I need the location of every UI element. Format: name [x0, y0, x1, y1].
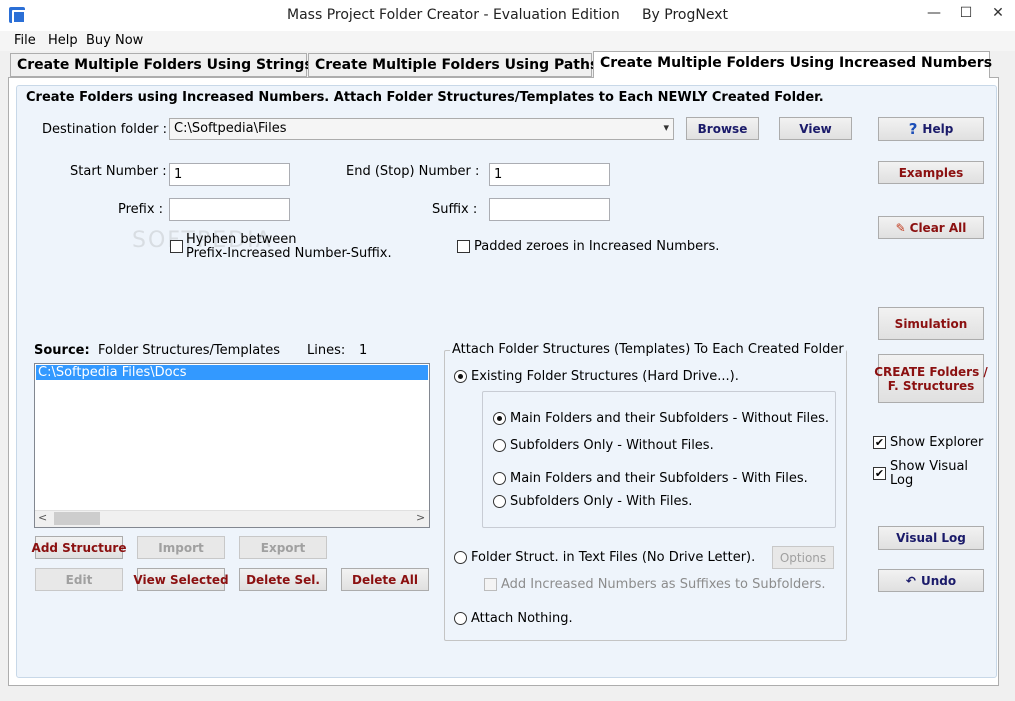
minimize-button[interactable]: — [918, 0, 950, 26]
chevron-down-icon: ▾ [663, 121, 669, 134]
window-title: Mass Project Folder Creator - Evaluation… [287, 7, 728, 23]
view-selected-button[interactable]: View Selected [133, 568, 229, 591]
start-number-label: Start Number : [70, 164, 167, 179]
sub-without-files-label: Subfolders Only - Without Files. [510, 438, 714, 453]
page-header: Create Folders using Increased Numbers. … [26, 90, 824, 105]
sub-without-files-radio[interactable] [493, 439, 506, 452]
start-number-input[interactable]: 1 [169, 163, 290, 186]
simulation-button[interactable]: Simulation [878, 307, 984, 340]
text-files-label: Folder Struct. in Text Files (No Drive L… [471, 550, 756, 565]
undo-button[interactable]: ↶ Undo [878, 569, 984, 592]
tab-paths[interactable]: Create Multiple Folders Using Paths [308, 53, 598, 77]
eraser-icon: ✎ [895, 220, 906, 235]
options-button[interactable]: Options [772, 546, 834, 569]
suffix-input[interactable] [489, 198, 610, 221]
main-with-files-label: Main Folders and their Subfolders - With… [510, 471, 808, 486]
view-button[interactable]: View [779, 117, 852, 140]
text-files-radio[interactable] [454, 551, 467, 564]
edit-button[interactable]: Edit [35, 568, 123, 591]
help-icon: ? [908, 120, 918, 138]
examples-button[interactable]: Examples [878, 161, 984, 184]
add-structure-button[interactable]: Add Structure [32, 536, 126, 559]
destination-select[interactable]: C:\Softpedia\Files ▾ [169, 118, 674, 140]
attach-nothing-radio[interactable] [454, 612, 467, 625]
existing-structures-label: Existing Folder Structures (Hard Drive..… [471, 369, 739, 384]
attach-group-title: Attach Folder Structures (Templates) To … [450, 342, 846, 357]
lines-count: 1 [359, 343, 368, 358]
source-title: Folder Structures/Templates [98, 343, 281, 358]
menu-buy-now[interactable]: Buy Now [86, 33, 143, 48]
import-button[interactable]: Import [137, 536, 225, 559]
source-label: Source: [34, 343, 90, 358]
tab-strings[interactable]: Create Multiple Folders Using Strings [10, 53, 313, 77]
scrollbar-thumb[interactable] [54, 512, 100, 525]
main-without-files-radio[interactable] [493, 412, 506, 425]
menu-bar [0, 31, 1015, 51]
end-number-label: End (Stop) Number : [346, 164, 480, 179]
show-explorer-label: Show Explorer [890, 435, 984, 450]
attach-nothing-label: Attach Nothing. [471, 611, 573, 626]
main-with-files-radio[interactable] [493, 472, 506, 485]
hyphen-label-1: Hyphen between [186, 232, 297, 247]
scroll-left-icon[interactable]: < [38, 511, 47, 524]
menu-help[interactable]: Help [48, 33, 78, 48]
create-label-2: F. Structures [887, 378, 975, 393]
clear-all-button[interactable]: ✎ Clear All [878, 216, 984, 239]
browse-button[interactable]: Browse [686, 117, 759, 140]
show-explorer-checkbox[interactable]: ✔ [873, 436, 886, 449]
hyphen-label-2: Prefix-Increased Number-Suffix. [186, 246, 392, 261]
clear-all-label: Clear All [909, 220, 967, 235]
create-label-1: CREATE Folders / [874, 364, 988, 379]
close-button[interactable]: ✕ [982, 0, 1014, 26]
prefix-input[interactable] [169, 198, 290, 221]
help-button[interactable]: ? Help [878, 117, 984, 141]
destination-value: C:\Softpedia\Files [174, 121, 287, 136]
structures-list[interactable] [34, 363, 430, 528]
menu-file[interactable]: File [14, 33, 36, 48]
help-label: Help [922, 122, 954, 136]
padded-zeroes-label: Padded zeroes in Increased Numbers. [474, 239, 720, 254]
prefix-label: Prefix : [118, 202, 164, 217]
hyphen-checkbox[interactable] [170, 240, 183, 253]
padded-zeroes-checkbox[interactable] [457, 240, 470, 253]
suffix-label: Suffix : [432, 202, 478, 217]
sub-with-files-radio[interactable] [493, 495, 506, 508]
export-button[interactable]: Export [239, 536, 327, 559]
undo-label: Undo [920, 573, 957, 588]
delete-selected-button[interactable]: Delete Sel. [239, 568, 327, 591]
scroll-right-icon[interactable]: > [416, 511, 425, 524]
end-number-input[interactable]: 1 [489, 163, 610, 186]
add-increased-label: Add Increased Numbers as Suffixes to Sub… [501, 577, 826, 592]
add-increased-checkbox[interactable] [484, 578, 497, 591]
show-visual-log-label-1: Show Visual [890, 459, 969, 474]
undo-icon: ↶ [905, 573, 916, 588]
main-without-files-label: Main Folders and their Subfolders - With… [510, 411, 830, 426]
visual-log-button[interactable]: Visual Log [878, 526, 984, 550]
lines-label: Lines: [307, 343, 346, 358]
create-folders-button[interactable]: CREATE Folders / F. Structures [874, 354, 988, 403]
maximize-button[interactable]: ☐ [950, 0, 982, 26]
destination-label: Destination folder : [42, 122, 167, 137]
existing-structures-radio[interactable] [454, 370, 467, 383]
show-visual-log-checkbox[interactable]: ✔ [873, 467, 886, 480]
tab-increased-numbers[interactable]: Create Multiple Folders Using Increased … [593, 51, 992, 78]
show-visual-log-label-2: Log [890, 473, 914, 488]
sub-with-files-label: Subfolders Only - With Files. [510, 494, 693, 509]
delete-all-button[interactable]: Delete All [341, 568, 429, 591]
list-item[interactable]: C:\Softpedia Files\Docs [36, 365, 428, 380]
